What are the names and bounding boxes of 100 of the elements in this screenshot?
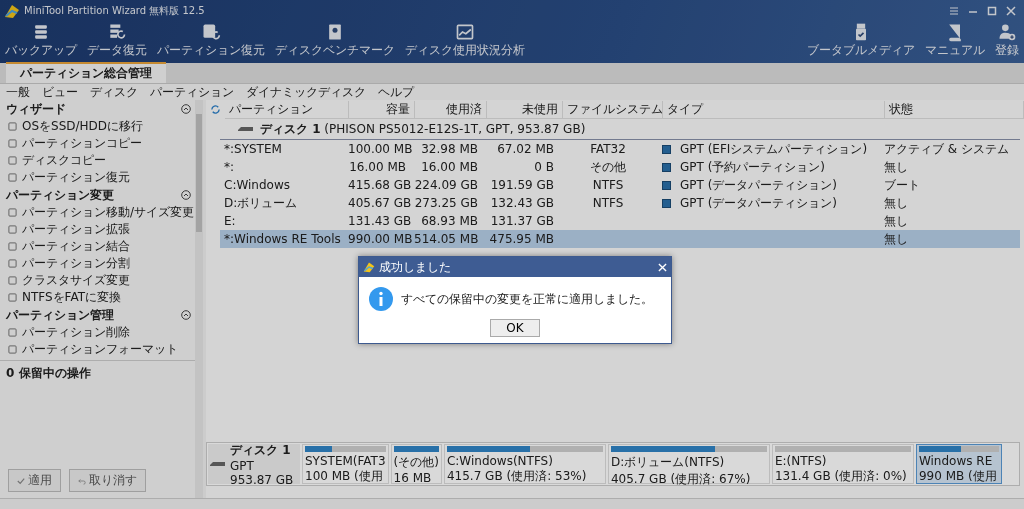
toolbar-button[interactable]: ディスクベンチマーク [270,22,400,59]
column-header[interactable]: 容量 [349,100,415,118]
table-cell-text: 16.00 MB [348,160,407,174]
menu-item[interactable]: ダイナミックディスク [246,83,366,101]
section-title: ウィザード [6,100,66,118]
table-cell-text: 224.09 GB [413,178,479,192]
table-cell-text: GPT (データパーティション) [679,194,839,212]
toolbar-button[interactable]: ブータブルメディア [802,22,920,59]
undo-arrow-icon [78,476,86,485]
partition-row[interactable]: D:ボリューム 405.67 GB 273.25 GB 132.43 GB NTFS GPT (データパーティション) 無し [220,194,1020,212]
partition-block[interactable]: (その他) 16 MB [390,444,442,484]
partition-row[interactable]: C:Windows 415.68 GB 224.09 GB 191.59 GB NTFS GPT (データパーティション) ブート [220,176,1020,194]
partition-row[interactable]: *: 16.00 MB 16.00 MB 0 B その他 GPT (予約パーティション) 無し [220,158,1020,176]
rounded-square-icon [8,328,17,337]
toolbar-button[interactable]: パーティション復元 [152,22,270,59]
chart-window-icon [455,22,475,42]
tab[interactable]: パーティション総合管理 [6,62,166,83]
sidebar-item[interactable]: OSをSSD/HDDに移行 [0,118,195,135]
collapse-icon[interactable] [181,190,191,200]
table-cell-text: 273.25 GB [413,196,479,210]
partition-block[interactable]: C:Windows(NTFS) 415.7 GB (使用済: 53%) [443,444,606,484]
sidebar-item[interactable]: NTFSをFATに変換 [0,289,195,306]
toolbar-button[interactable]: バックアップ [0,22,82,59]
sidebar-item[interactable]: パーティション結合 [0,238,195,255]
table-cell-text: GPT (データパーティション) [679,176,839,194]
column-header[interactable]: ファイルシステム [563,100,663,118]
rounded-square-icon [8,242,17,251]
app-logo-icon [363,261,375,273]
disk-restore-icon [107,22,127,42]
menu-item[interactable]: ビュー [42,83,78,101]
partition-block[interactable]: Windows RE 990 MB (使用 [915,444,1002,484]
table-cell-text: 415.68 GB [347,178,410,192]
table-cell-text: 67.02 MB [496,142,555,156]
close-icon[interactable] [1006,6,1016,16]
ok-button[interactable]: OK [490,319,540,337]
sidebar-item[interactable]: パーティションコピー [0,135,195,152]
sidebar-item[interactable]: パーティションフォーマット [0,341,195,358]
partition-row[interactable]: E: 131.43 GB 68.93 MB 131.37 GB 無し [220,212,1020,230]
rounded-square-icon [8,173,17,182]
maximize-icon[interactable] [987,6,997,16]
menu-item[interactable]: 一般 [6,83,30,101]
table-cell-text: 131.43 GB [347,214,410,228]
collapse-icon[interactable] [181,104,191,114]
column-header[interactable]: タイプ [663,100,885,118]
table-cell-text: 無し [883,194,909,212]
column-header[interactable]: パーティション [225,100,349,118]
info-icon [369,287,393,311]
column-header[interactable]: 未使用 [487,100,563,118]
partition-block[interactable]: SYSTEM(FAT3 100 MB (使用 [302,444,389,484]
collapse-icon[interactable] [181,310,191,320]
dialog-title: 成功しました [379,258,452,276]
table-cell-text: 100.00 MB [347,142,410,156]
partition-row[interactable]: *:SYSTEM 100.00 MB 32.98 MB 67.02 MB FAT32 GPT (EFIシステムパーティション) アクティブ & システム [220,140,1020,158]
sidebar-item[interactable]: パーティション移動/サイズ変更 [0,204,195,221]
menu-item[interactable]: パーティション [150,83,234,101]
rounded-square-icon [8,122,17,131]
toolbar-button[interactable]: データ復元 [82,22,152,59]
menu-icon[interactable] [949,6,959,16]
close-button[interactable] [658,262,667,272]
disk-scheme: GPT [230,458,255,473]
partition-row[interactable]: *:Windows RE Tools 990.00 MB 514.05 MB 475.95 MB 無し [220,230,1020,248]
rounded-square-icon [8,208,17,217]
app-logo-icon [4,3,20,19]
toolbar-button[interactable]: 登録 [990,22,1024,59]
menu-item[interactable]: ディスク [90,83,138,101]
table-cell-text: 68.93 MB [420,214,479,228]
column-header[interactable]: 状態 [885,100,1024,118]
table-cell-text: GPT (予約パーティション) [679,158,827,176]
user-plus-icon [997,22,1017,42]
disk-label[interactable]: ディスク 1 (PHISON PS5012-E12S-1T, GPT, 953.87 GB) [260,120,586,138]
sidebar-item[interactable]: ディスクコピー [0,152,195,169]
table-cell-text: 514.05 MB [413,232,480,246]
partition-block[interactable]: D:ボリューム(NTFS) 405.7 GB (使用済: 67%) [607,444,770,484]
table-cell-text: 131.37 GB [489,214,555,228]
table-cell-text: FAT32 [589,142,627,156]
dialog-message: すべての保留中の変更を正常に適用しました。 [401,290,653,308]
section-title: パーティション変更 [6,186,114,204]
rounded-square-icon [8,345,17,354]
toolbar-button[interactable]: マニュアル [920,22,990,59]
partition-block[interactable]: E:(NTFS) 131.4 GB (使用済: 0%) [771,444,914,484]
table-cell-text: 132.43 GB [489,196,555,210]
sidebar-item[interactable]: パーティション復元 [0,169,195,186]
table-cell-text: E: [223,214,237,228]
toolbar-button[interactable]: ディスク使用状況分析 [400,22,530,59]
menu-item[interactable]: ヘルプ [378,83,414,101]
sidebar-item[interactable]: パーティション削除 [0,324,195,341]
disk-restore-icon [201,22,221,42]
column-header[interactable]: 使用済 [415,100,487,118]
table-cell-text: 16.00 MB [420,160,479,174]
sidebar-item[interactable]: パーティション拡張 [0,221,195,238]
table-cell-text: *:SYSTEM [223,142,283,156]
rounded-square-icon [8,259,17,268]
table-cell-text: 32.98 MB [420,142,479,156]
table-cell-text: NTFS [591,196,625,210]
disk-drive-icon [238,125,254,133]
sidebar-item[interactable]: クラスタサイズ変更 [0,272,195,289]
table-cell-text: その他 [589,158,627,176]
table-cell-text: *:Windows RE Tools [223,232,342,246]
refresh-icon[interactable] [210,104,221,115]
sidebar-item[interactable]: パーティション分割 [0,255,195,272]
